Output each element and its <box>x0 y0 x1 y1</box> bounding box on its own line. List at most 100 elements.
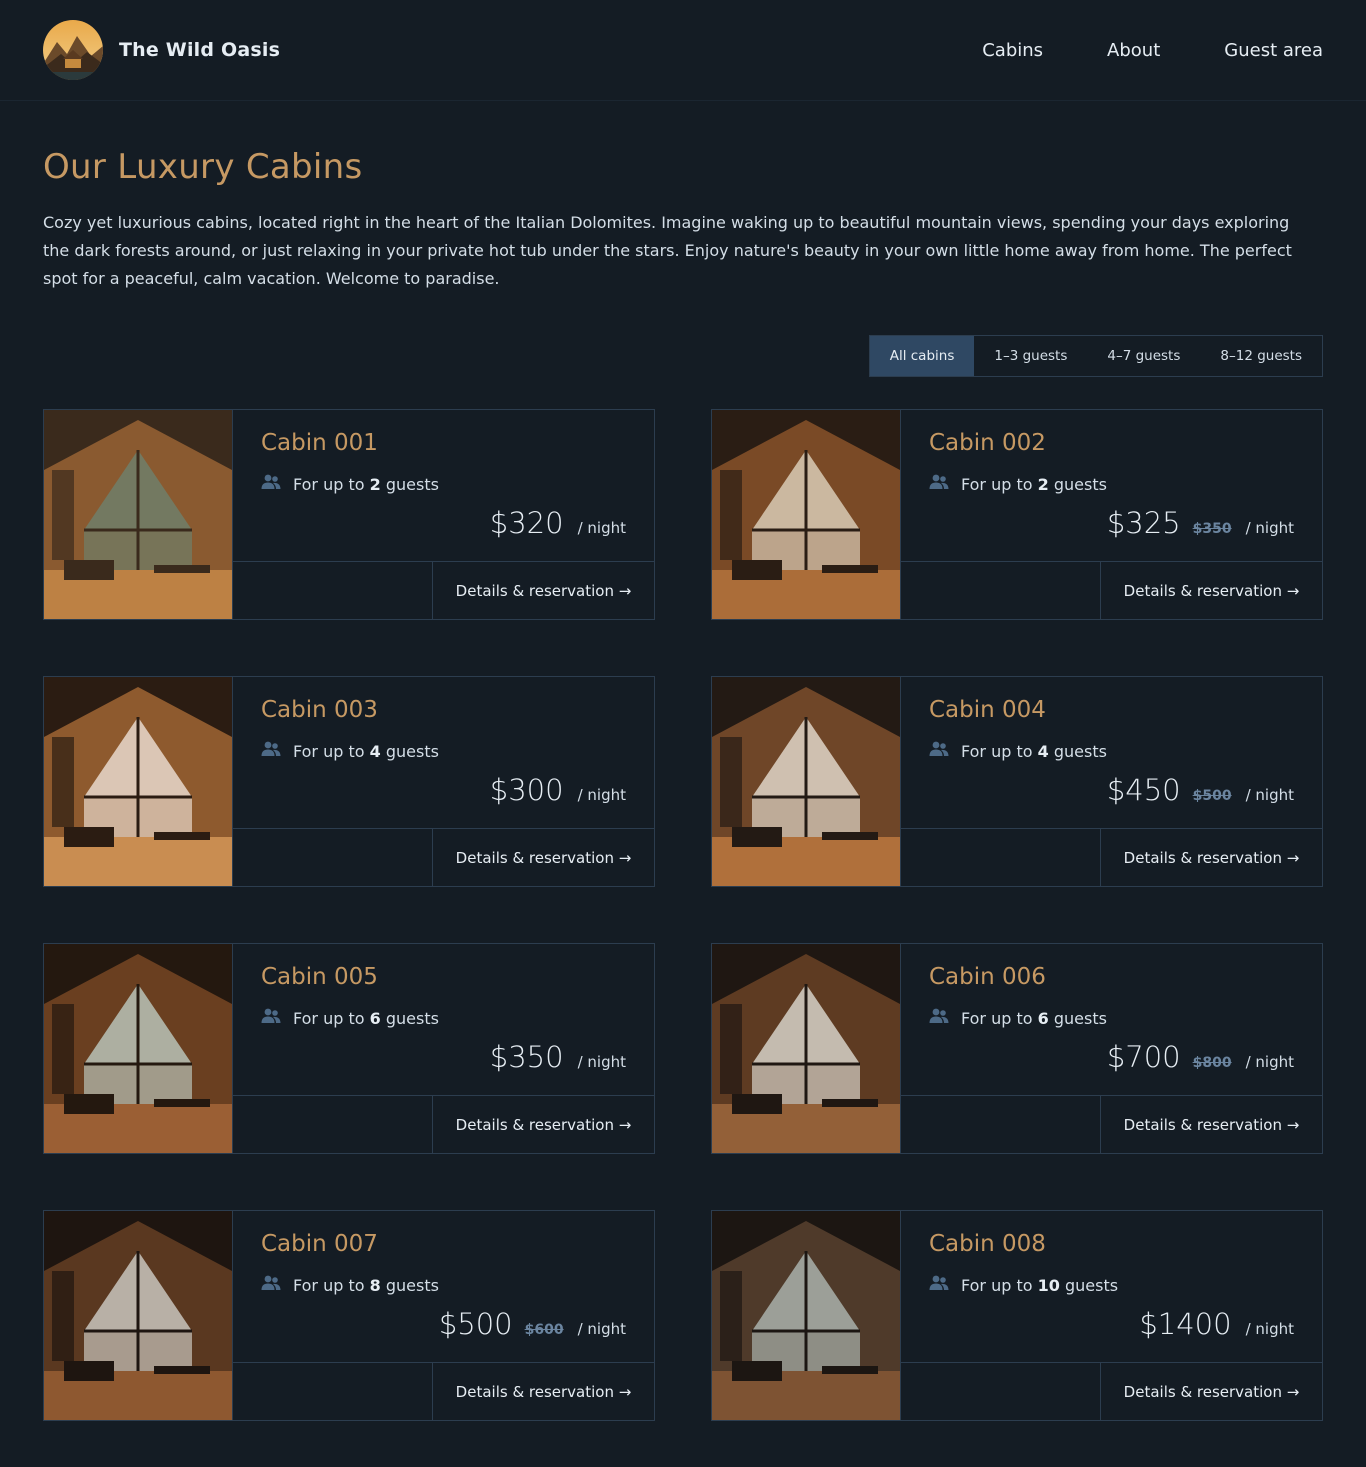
cabin-card-body: Cabin 002 For up to 2 guests $325 $350 /… <box>900 410 1322 619</box>
cabin-card: Cabin 005 For up to 6 guests $350 / nigh… <box>43 943 655 1154</box>
cabin-card-body: Cabin 008 For up to 10 guests $1400 / ni… <box>900 1211 1322 1420</box>
regular-price: $300 <box>489 773 564 807</box>
cabin-card-info: Cabin 007 For up to 8 guests $500 $600 /… <box>233 1211 654 1363</box>
cabin-capacity: For up to 8 guests <box>261 1275 626 1295</box>
cabin-card: Cabin 004 For up to 4 guests $450 $500 /… <box>711 676 1323 887</box>
cabin-image <box>44 410 232 619</box>
cabin-capacity: For up to 10 guests <box>929 1275 1294 1295</box>
max-guests: 6 <box>369 1008 381 1028</box>
capacity-text: For up to 10 guests <box>961 1276 1118 1295</box>
regular-price: $700 <box>1106 1040 1181 1074</box>
cabin-card: Cabin 002 For up to 2 guests $325 $350 /… <box>711 409 1323 620</box>
cabin-card-footer: Details & reservation → <box>233 1363 654 1420</box>
details-reservation-link[interactable]: Details & reservation → <box>1100 829 1322 886</box>
cabin-card-footer: Details & reservation → <box>901 829 1322 886</box>
capacity-prefix: For up to <box>293 1008 365 1028</box>
cabin-card-footer: Details & reservation → <box>233 562 654 619</box>
brand-link[interactable]: The Wild Oasis <box>43 20 280 80</box>
users-icon <box>261 1275 281 1295</box>
cabin-card-info: Cabin 002 For up to 2 guests $325 $350 /… <box>901 410 1322 562</box>
cabin-name: Cabin 004 <box>929 697 1046 723</box>
filter-all-cabins[interactable]: All cabins <box>869 336 975 376</box>
per-night-label: / night <box>1245 519 1294 537</box>
filter-1-3-guests[interactable]: 1–3 guests <box>974 336 1087 376</box>
cabin-name: Cabin 006 <box>929 964 1046 990</box>
regular-price: $450 <box>1106 773 1181 807</box>
cabin-capacity: For up to 6 guests <box>261 1008 626 1028</box>
users-icon <box>929 1275 949 1295</box>
per-night-label: / night <box>577 1320 626 1338</box>
price-row: $1400 / night <box>1139 1307 1294 1341</box>
cabin-image <box>712 944 900 1153</box>
cabin-card-info: Cabin 008 For up to 10 guests $1400 / ni… <box>901 1211 1322 1363</box>
cabin-card-body: Cabin 003 For up to 4 guests $300 / nigh… <box>232 677 654 886</box>
cabin-card-body: Cabin 004 For up to 4 guests $450 $500 /… <box>900 677 1322 886</box>
cabin-image <box>712 677 900 886</box>
cabin-name: Cabin 001 <box>261 430 378 456</box>
details-reservation-link[interactable]: Details & reservation → <box>1100 562 1322 619</box>
capacity-prefix: For up to <box>961 474 1033 494</box>
cabin-name: Cabin 007 <box>261 1231 378 1257</box>
cabin-card-body: Cabin 005 For up to 6 guests $350 / nigh… <box>232 944 654 1153</box>
filter-4-7-guests[interactable]: 4–7 guests <box>1087 336 1200 376</box>
price-row: $300 / night <box>490 773 626 807</box>
max-guests: 8 <box>369 1275 381 1295</box>
capacity-prefix: For up to <box>293 474 365 494</box>
cabin-card-footer: Details & reservation → <box>901 562 1322 619</box>
per-night-label: / night <box>577 1053 626 1071</box>
capacity-suffix: guests <box>1053 474 1107 494</box>
nav-guest-area[interactable]: Guest area <box>1224 40 1323 61</box>
details-reservation-link[interactable]: Details & reservation → <box>432 562 654 619</box>
cabin-card-info: Cabin 003 For up to 4 guests $300 / nigh… <box>233 677 654 829</box>
cabin-name: Cabin 008 <box>929 1231 1046 1257</box>
capacity-suffix: guests <box>385 1008 439 1028</box>
old-price: $800 <box>1192 1055 1232 1071</box>
page-title: Our Luxury Cabins <box>43 147 363 187</box>
capacity-suffix: guests <box>1053 1008 1107 1028</box>
cabin-card-info: Cabin 001 For up to 2 guests $320 / nigh… <box>233 410 654 562</box>
cabin-name: Cabin 002 <box>929 430 1046 456</box>
old-price: $350 <box>1192 521 1232 537</box>
details-reservation-link[interactable]: Details & reservation → <box>432 829 654 886</box>
cabin-card: Cabin 007 For up to 8 guests $500 $600 /… <box>43 1210 655 1421</box>
regular-price: $320 <box>489 506 564 540</box>
users-icon <box>929 741 949 761</box>
filter-8-12-guests[interactable]: 8–12 guests <box>1200 336 1322 376</box>
capacity-text: For up to 2 guests <box>961 475 1107 494</box>
max-guests: 4 <box>1037 741 1049 761</box>
nav-about[interactable]: About <box>1107 40 1160 61</box>
regular-price: $500 <box>438 1307 513 1341</box>
max-guests: 2 <box>1037 474 1049 494</box>
capacity-prefix: For up to <box>293 741 365 761</box>
capacity-text: For up to 4 guests <box>293 742 439 761</box>
per-night-label: / night <box>1245 786 1294 804</box>
cabin-card-body: Cabin 007 For up to 8 guests $500 $600 /… <box>232 1211 654 1420</box>
details-reservation-link[interactable]: Details & reservation → <box>1100 1096 1322 1153</box>
price-row: $325 $350 / night <box>1107 506 1294 540</box>
price-row: $320 / night <box>490 506 626 540</box>
old-price: $500 <box>1192 788 1232 804</box>
cabin-name: Cabin 005 <box>261 964 378 990</box>
cabin-card-info: Cabin 006 For up to 6 guests $700 $800 /… <box>901 944 1322 1096</box>
cabin-capacity: For up to 2 guests <box>261 474 626 494</box>
users-icon <box>261 741 281 761</box>
cabin-card: Cabin 008 For up to 10 guests $1400 / ni… <box>711 1210 1323 1421</box>
per-night-label: / night <box>1245 1053 1294 1071</box>
regular-price: $350 <box>489 1040 564 1074</box>
nav-cabins[interactable]: Cabins <box>982 40 1043 61</box>
cabin-capacity: For up to 2 guests <box>929 474 1294 494</box>
capacity-prefix: For up to <box>293 1275 365 1295</box>
details-reservation-link[interactable]: Details & reservation → <box>432 1363 654 1420</box>
users-icon <box>929 1008 949 1028</box>
details-reservation-link[interactable]: Details & reservation → <box>1100 1363 1322 1420</box>
capacity-text: For up to 2 guests <box>293 475 439 494</box>
users-icon <box>929 474 949 494</box>
capacity-text: For up to 4 guests <box>961 742 1107 761</box>
capacity-prefix: For up to <box>961 1275 1033 1295</box>
main-nav: Cabins About Guest area <box>982 40 1323 61</box>
cabin-card-body: Cabin 001 For up to 2 guests $320 / nigh… <box>232 410 654 619</box>
price-row: $700 $800 / night <box>1107 1040 1294 1074</box>
cabin-card-info: Cabin 005 For up to 6 guests $350 / nigh… <box>233 944 654 1096</box>
cabin-image <box>44 944 232 1153</box>
details-reservation-link[interactable]: Details & reservation → <box>432 1096 654 1153</box>
